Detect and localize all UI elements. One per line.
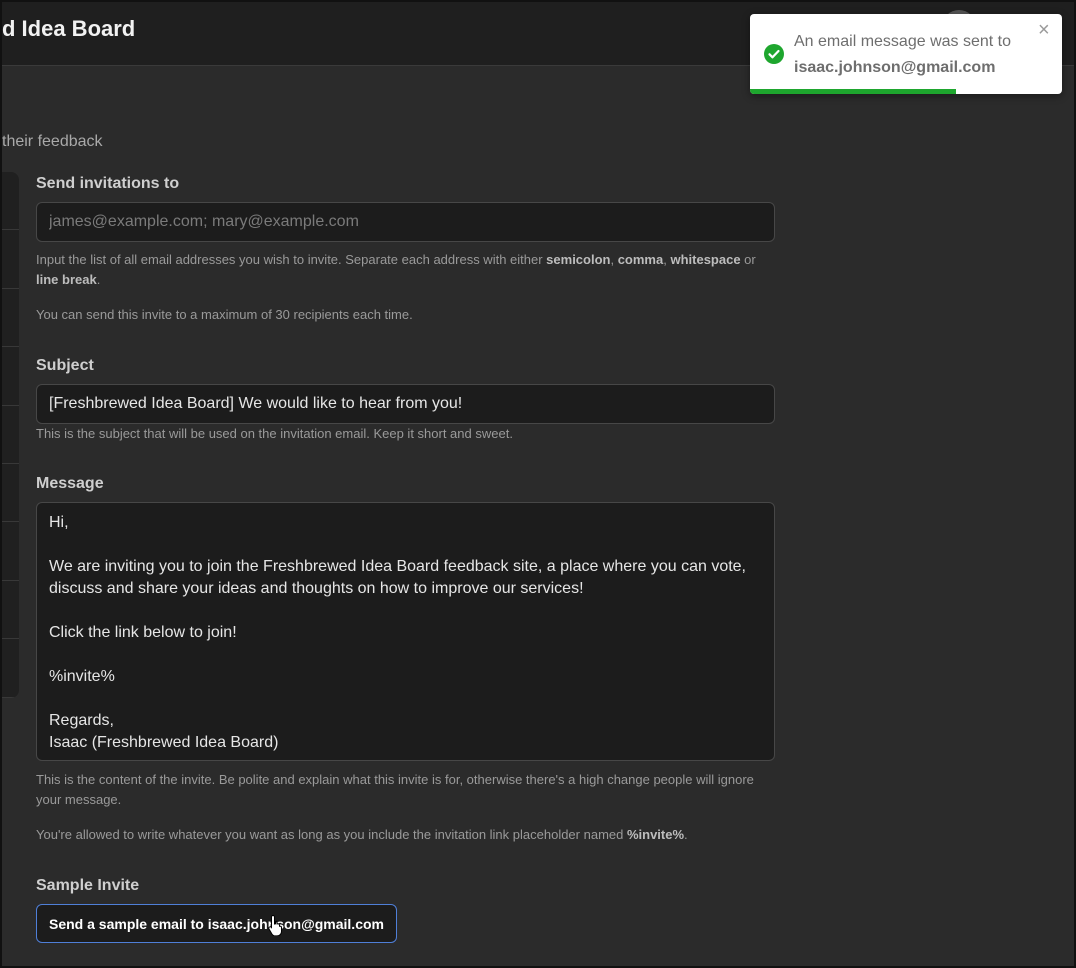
sidebar-item[interactable]	[2, 347, 19, 406]
brand-title[interactable]: d Idea Board	[2, 16, 135, 42]
placeholder-token: %invite%	[626, 827, 685, 842]
sidebar-item[interactable]	[2, 172, 19, 231]
recipients-hint-text: Input the list of all email addresses yo…	[36, 252, 547, 267]
sidebar-item[interactable]	[2, 522, 19, 581]
toast-progress-bar	[750, 89, 956, 94]
sidebar-item[interactable]	[2, 639, 19, 698]
success-toast: An email message was sent to isaac.johns…	[750, 14, 1062, 94]
toast-progress-track	[750, 89, 1062, 94]
sidebar-item[interactable]	[2, 581, 19, 640]
toast-message: An email message was sent to	[794, 33, 1011, 50]
recipients-limit-hint: You can send this invite to a maximum of…	[36, 307, 413, 322]
sidebar-item[interactable]	[2, 230, 19, 289]
hint-or: or	[740, 252, 756, 267]
subject-input[interactable]	[36, 384, 775, 424]
subject-hint: This is the subject that will be used on…	[36, 426, 513, 441]
sidebar-item[interactable]	[2, 289, 19, 348]
message-placeholder-hint: You're allowed to write whatever you wan…	[36, 825, 776, 845]
hint-whitespace: whitespace	[670, 252, 741, 267]
settings-sidebar	[2, 172, 19, 698]
hint-line-break: line break	[36, 272, 97, 287]
close-icon[interactable]: ×	[1038, 20, 1050, 40]
recipients-hint: Input the list of all email addresses yo…	[36, 250, 776, 290]
page-subtitle: their feedback	[2, 133, 103, 150]
recipients-input[interactable]	[36, 202, 775, 242]
placeholder-hint-end: .	[684, 827, 688, 842]
sidebar-item[interactable]	[2, 464, 19, 523]
sidebar-item[interactable]	[2, 406, 19, 464]
placeholder-hint-text: You're allowed to write whatever you wan…	[36, 827, 627, 842]
recipients-label: Send invitations to	[36, 175, 180, 192]
send-sample-email-button[interactable]: Send a sample email to isaac.johnson@gma…	[36, 904, 397, 943]
sample-invite-label: Sample Invite	[36, 877, 140, 894]
hint-comma: comma	[617, 252, 664, 267]
hint-semicolon: semicolon	[546, 252, 611, 267]
subject-label: Subject	[36, 357, 94, 374]
message-label: Message	[36, 475, 104, 492]
check-circle-icon	[764, 44, 784, 64]
message-textarea[interactable]: Hi, We are inviting you to join the Fres…	[36, 502, 775, 761]
message-hint: This is the content of the invite. Be po…	[36, 772, 754, 807]
hint-end: .	[96, 272, 101, 287]
toast-email: isaac.johnson@gmail.com	[794, 59, 996, 76]
hint-separator: ,	[610, 252, 618, 267]
